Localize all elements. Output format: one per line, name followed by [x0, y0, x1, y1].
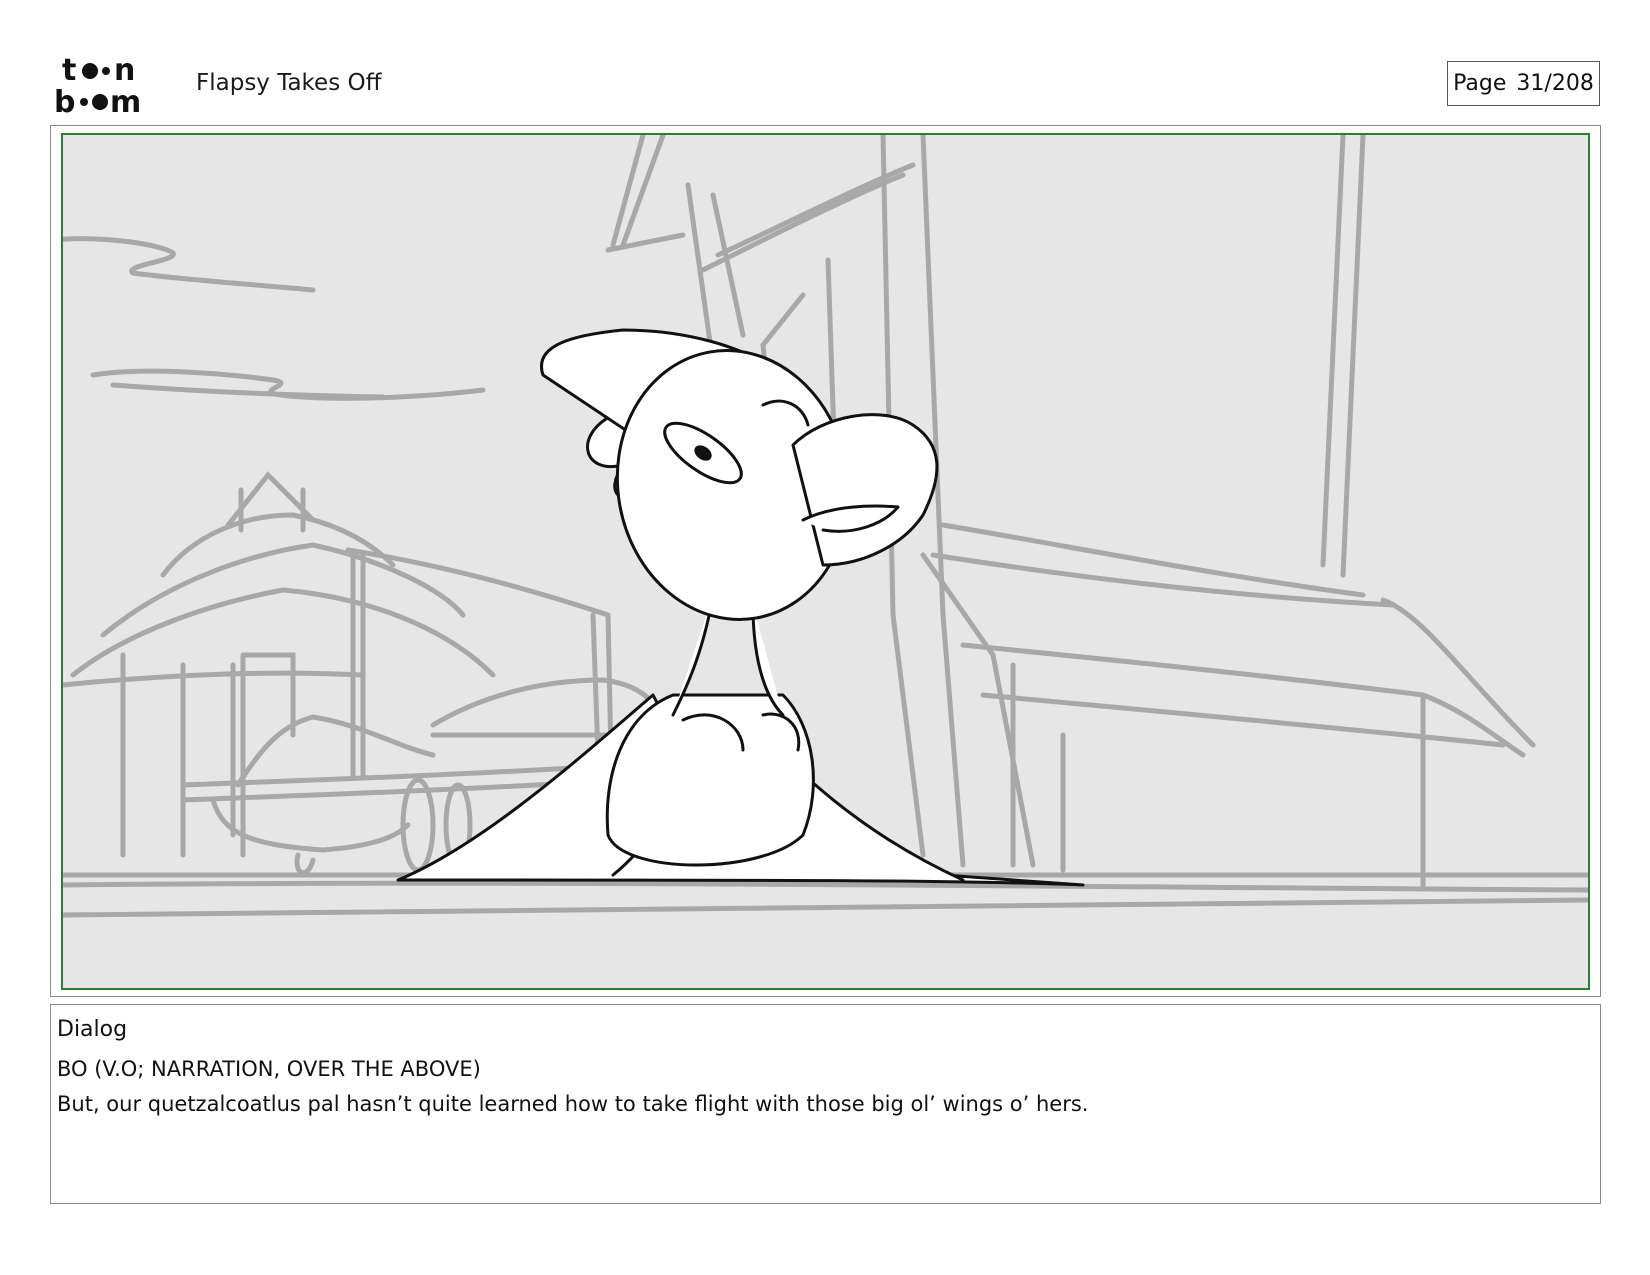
- dialog-box: Dialog BO (V.O; NARRATION, OVER THE ABOV…: [50, 1004, 1601, 1204]
- camera-frame: [61, 133, 1590, 990]
- character-sketch: [396, 328, 1085, 887]
- page-indicator: Page 31/208: [1447, 61, 1600, 106]
- dialog-line: But, our quetzalcoatlus pal hasn’t quite…: [57, 1092, 1089, 1116]
- svg-text:t: t: [62, 54, 76, 88]
- page-number: 31/208: [1516, 71, 1594, 96]
- page-label: Page: [1453, 71, 1507, 96]
- document-title: Flapsy Takes Off: [196, 70, 382, 96]
- panel-sketch: [63, 135, 1588, 918]
- dialog-speaker: BO (V.O; NARRATION, OVER THE ABOVE): [57, 1057, 481, 1081]
- toon-boom-logo: t n b m: [54, 54, 141, 116]
- svg-text:n: n: [114, 54, 135, 88]
- dialog-label: Dialog: [57, 1017, 128, 1042]
- svg-text:b: b: [54, 85, 75, 116]
- svg-text:m: m: [110, 85, 141, 116]
